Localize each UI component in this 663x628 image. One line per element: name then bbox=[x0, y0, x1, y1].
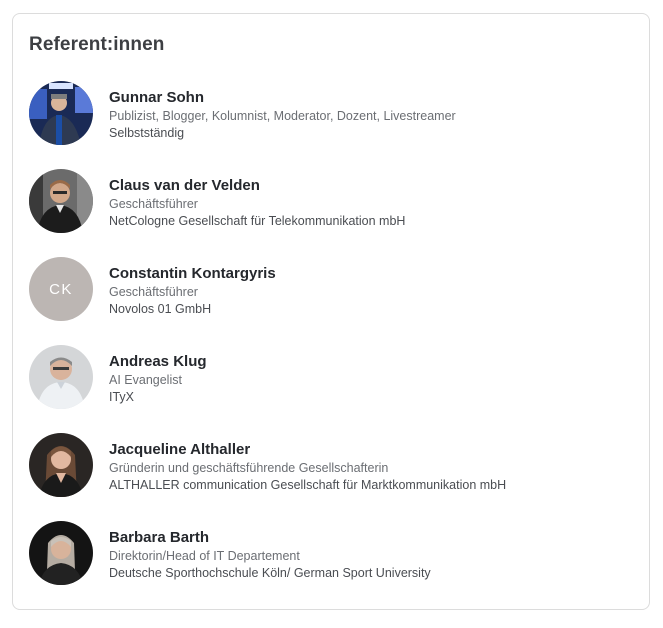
speaker-name: Jacqueline Althaller bbox=[109, 441, 251, 458]
speaker-role: AI Evangelist bbox=[109, 373, 182, 387]
speaker-company: NetCologne Gesellschaft für Telekommunik… bbox=[109, 214, 406, 228]
speaker-company: Deutsche Sporthochschule Köln/ German Sp… bbox=[109, 566, 431, 580]
avatar bbox=[29, 433, 93, 497]
speaker-item[interactable]: CK Constantin Kontargyris Geschäftsführe… bbox=[29, 257, 629, 345]
speaker-role: Publizist, Blogger, Kolumnist, Moderator… bbox=[109, 109, 456, 123]
avatar-initials-text: CK bbox=[49, 280, 73, 298]
speaker-company: ALTHALLER communication Gesellschaft für… bbox=[109, 478, 507, 492]
speaker-name: Claus van der Velden bbox=[109, 177, 260, 194]
speaker-item[interactable]: Jacqueline Althaller Gründerin und gesch… bbox=[29, 433, 629, 521]
speaker-company: Selbstständig bbox=[109, 126, 185, 140]
speaker-name: Barbara Barth bbox=[109, 529, 210, 546]
speaker-name: Andreas Klug bbox=[109, 353, 207, 370]
section-title: Referent:innen bbox=[29, 34, 165, 55]
speakers-card: Referent:innen Gunnar Sohn Publizist, Bl… bbox=[12, 13, 650, 610]
speaker-company: Novolos 01 GmbH bbox=[109, 302, 212, 316]
speaker-role: Geschäftsführer bbox=[109, 285, 198, 299]
speaker-item[interactable]: Gunnar Sohn Publizist, Blogger, Kolumnis… bbox=[29, 81, 629, 169]
speaker-item[interactable]: Andreas Klug AI Evangelist ITyX bbox=[29, 345, 629, 433]
speaker-role: Geschäftsführer bbox=[109, 197, 198, 211]
speaker-role: Direktorin/Head of IT Departement bbox=[109, 549, 300, 563]
speaker-item[interactable]: Claus van der Velden Geschäftsführer Net… bbox=[29, 169, 629, 257]
avatar bbox=[29, 345, 93, 409]
speaker-role: Gründerin und geschäftsführende Gesellsc… bbox=[109, 461, 389, 475]
speaker-name: Gunnar Sohn bbox=[109, 89, 204, 106]
avatar bbox=[29, 169, 93, 233]
speaker-list: Gunnar Sohn Publizist, Blogger, Kolumnis… bbox=[29, 81, 629, 609]
avatar-initials: CK bbox=[29, 257, 93, 321]
speaker-name: Constantin Kontargyris bbox=[109, 265, 276, 282]
speaker-company: ITyX bbox=[109, 390, 135, 404]
speaker-item[interactable]: Barbara Barth Direktorin/Head of IT Depa… bbox=[29, 521, 629, 609]
avatar bbox=[29, 521, 93, 585]
avatar bbox=[29, 81, 93, 145]
